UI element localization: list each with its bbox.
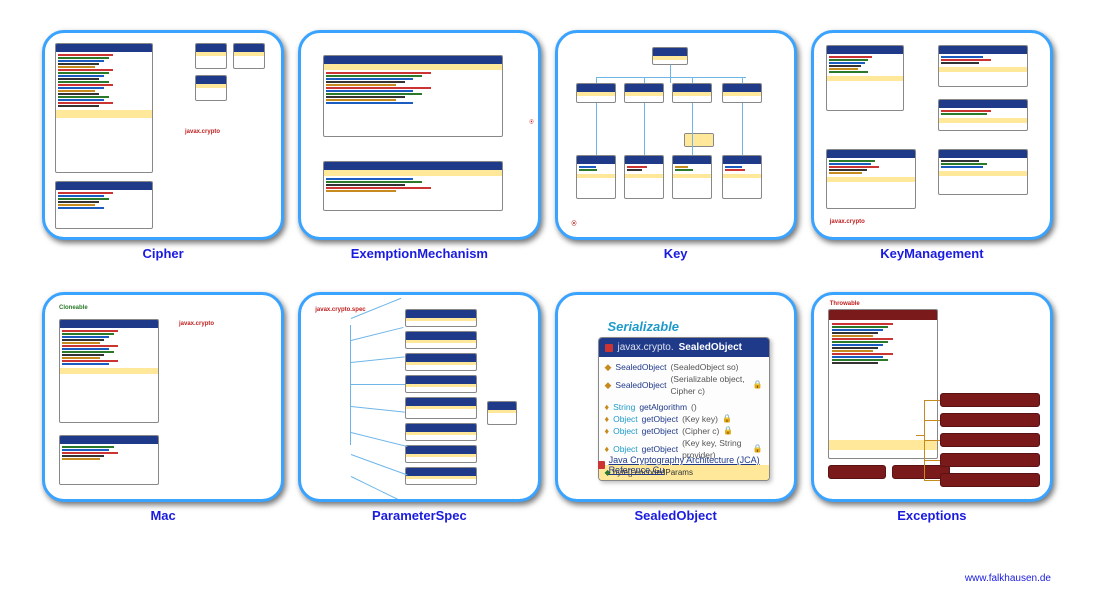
thumbnail-grid: javax.crypto Cipher <box>0 0 1095 560</box>
exception-pill <box>940 473 1040 487</box>
card-exemption[interactable]: ⦿ <box>298 30 540 240</box>
cell-exemption: ⦿ ExemptionMechanism <box>298 30 540 280</box>
generalsecurityexception-box <box>828 309 938 459</box>
cell-key: ⦿ Key <box>555 30 797 280</box>
caption-keymgmt: KeyManagement <box>880 246 983 261</box>
sealedobject-header: javax.crypto. SealedObject <box>599 338 769 357</box>
serializable-label: Serializable <box>608 319 680 334</box>
sealed-rows: ◆SealedObject(SealedObject so) ◆SealedOb… <box>599 357 769 465</box>
caption-key: Key <box>664 246 688 261</box>
pkg-label: javax.crypto. <box>618 342 674 353</box>
caption-sealed: SealedObject <box>634 508 716 523</box>
exception-pill <box>940 453 1040 467</box>
label-javax-crypto-spec: javax.crypto.spec <box>315 307 365 313</box>
exception-pill <box>940 393 1040 407</box>
cell-exceptions: Throwable <box>811 292 1053 542</box>
cell-sealed: Serializable javax.crypto. SealedObject ◆… <box>555 292 797 542</box>
card-key[interactable]: ⦿ <box>555 30 797 240</box>
card-paramspec[interactable]: javax.crypto.spec <box>298 292 540 502</box>
class-icon <box>605 344 613 352</box>
cell-paramspec: javax.crypto.spec ParameterSpec <box>298 292 540 542</box>
cell-keymgmt: javax.crypto KeyManagement <box>811 30 1053 280</box>
hint-icon: ⦿ <box>530 119 534 125</box>
label-javax-crypto-2: javax.crypto <box>830 219 865 225</box>
throwable-label: Throwable <box>830 301 860 307</box>
class-label: SealedObject <box>679 342 742 353</box>
lock-icon: 🔒 <box>753 379 763 391</box>
caption-exemption: ExemptionMechanism <box>351 246 488 261</box>
caption-mac: Mac <box>150 508 175 523</box>
caption-cipher: Cipher <box>143 246 184 261</box>
jca-reference-link[interactable]: Java Cryptography Architecture (JCA) Ref… <box>598 455 794 475</box>
footer-attribution[interactable]: www.falkhausen.de <box>965 573 1051 584</box>
card-mac[interactable]: Cloneable javax.crypto <box>42 292 284 502</box>
exception-pill <box>940 413 1040 427</box>
clonable-label: Cloneable <box>59 305 88 311</box>
link-icon <box>598 461 605 469</box>
card-sealed[interactable]: Serializable javax.crypto. SealedObject ◆… <box>555 292 797 502</box>
card-exceptions[interactable]: Throwable <box>811 292 1053 502</box>
key-footnote: ⦿ <box>572 220 577 227</box>
card-cipher[interactable]: javax.crypto <box>42 30 284 240</box>
exception-pill <box>940 433 1040 447</box>
card-keymgmt[interactable]: javax.crypto <box>811 30 1053 240</box>
label-javax-crypto-3: javax.crypto <box>179 321 214 327</box>
caption-exceptions: Exceptions <box>897 508 966 523</box>
cell-mac: Cloneable javax.crypto Mac <box>42 292 284 542</box>
caption-paramspec: ParameterSpec <box>372 508 467 523</box>
label-javax-crypto: javax.crypto <box>185 129 220 135</box>
cell-cipher: javax.crypto Cipher <box>42 30 284 280</box>
